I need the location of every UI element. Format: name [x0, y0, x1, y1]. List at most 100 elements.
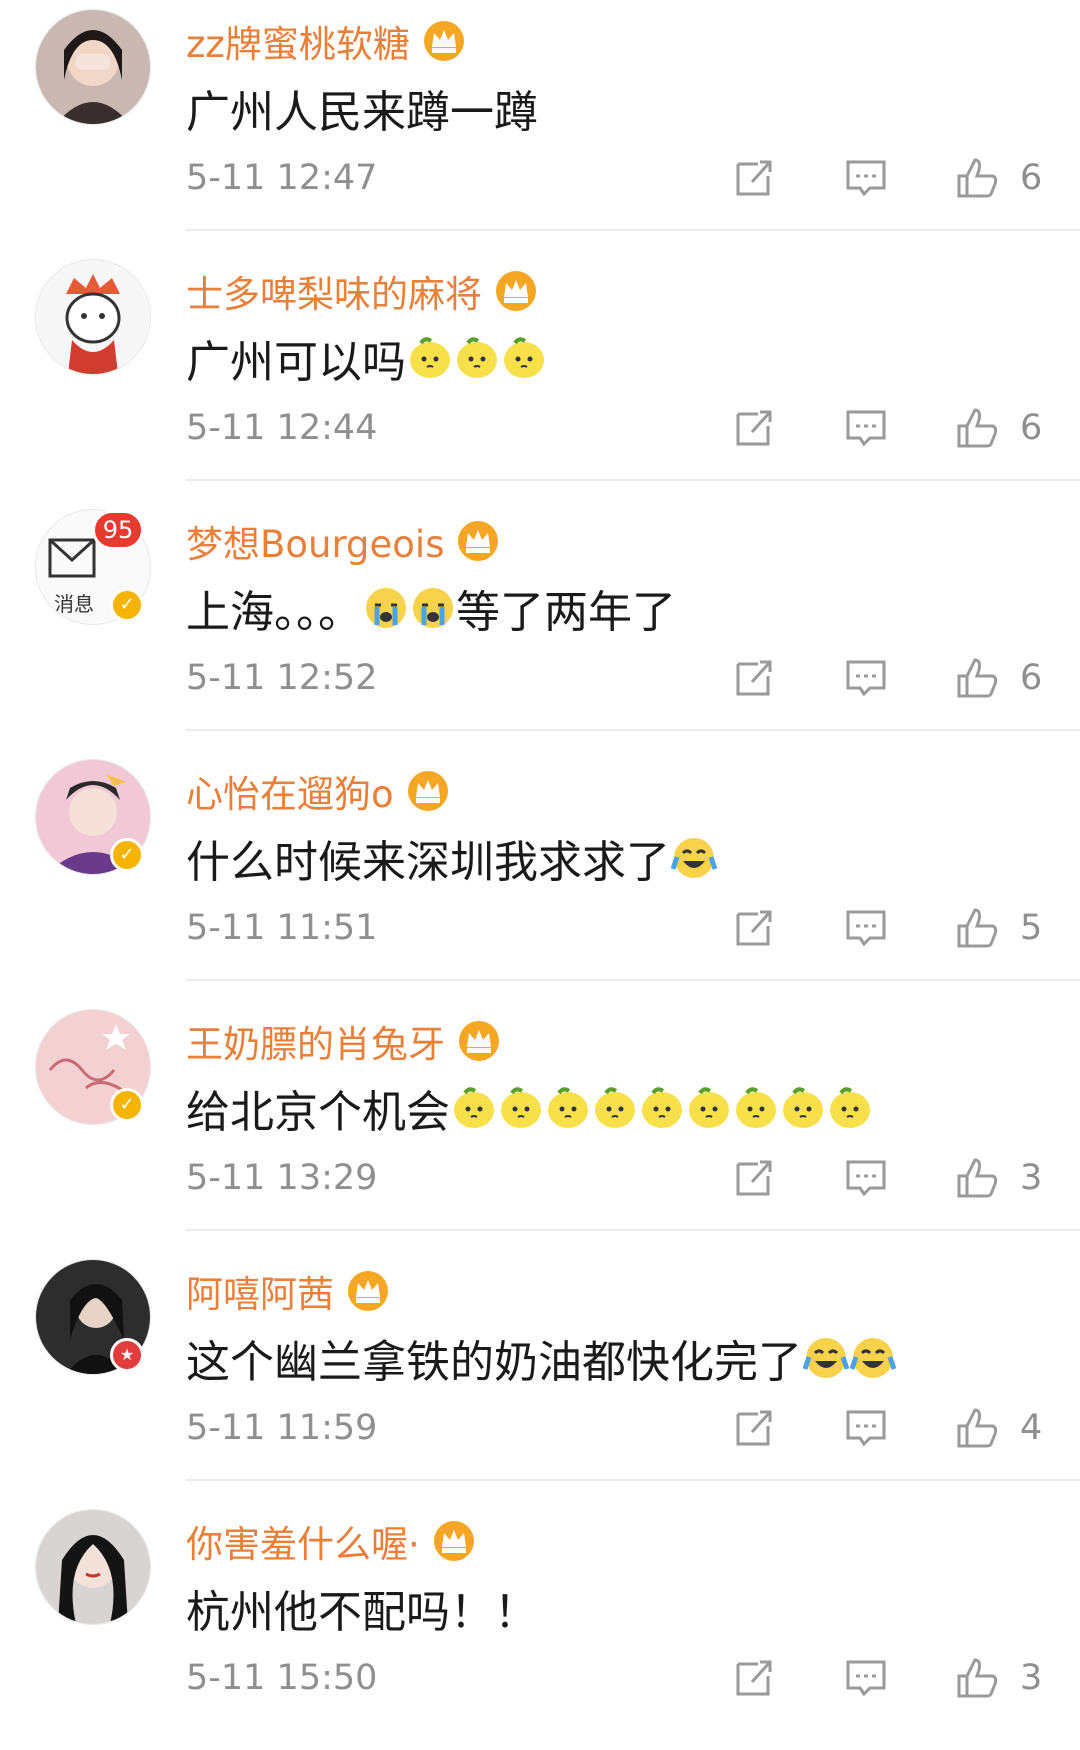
divider [186, 979, 1080, 981]
crying-emoji-icon [413, 588, 453, 628]
thumbs-up-icon[interactable] [955, 406, 999, 450]
crown-badge-icon [433, 1521, 474, 1561]
comment-item: 士多啤梨味的麻将 广州可以吗 5-11 12:44 6 [0, 250, 1080, 500]
comment-icon[interactable] [844, 906, 888, 950]
share-icon[interactable] [732, 1406, 776, 1450]
avatar-label: 消息 [54, 592, 94, 616]
comment-item: 消息 95 ✓ 梦想Bourgeois 上海。。。 等了两年了 5-11 12:… [0, 500, 1080, 750]
comment-item: zz牌蜜桃软糖 广州人民来蹲一蹲 5-11 12:47 6 [0, 0, 1080, 250]
comment-text: 广州可以吗 [186, 326, 547, 390]
username[interactable]: 你害羞什么喔· [186, 1514, 476, 1568]
lemon-emoji-icon [830, 1087, 870, 1128]
username-text[interactable]: zz牌蜜桃软糖 [186, 14, 410, 68]
comment-text: 上海。。。 等了两年了 [186, 587, 676, 638]
verified-badge-icon: ✓ [110, 838, 144, 872]
crying-emoji-icon [366, 588, 406, 628]
divider [186, 1479, 1080, 1481]
crown-badge-icon [348, 1271, 388, 1311]
comment-text: 杭州他不配吗！！ [186, 1587, 538, 1638]
timestamp: 5-11 11:59 [186, 1408, 378, 1448]
avatar[interactable] [36, 1510, 150, 1624]
comment-text: 给北京个机会 [186, 1076, 873, 1140]
like-count: 6 [1020, 408, 1043, 448]
timestamp: 5-11 12:44 [186, 408, 378, 448]
share-icon[interactable] [732, 656, 776, 700]
username[interactable]: 王奶膘的肖兔牙 [186, 1014, 501, 1068]
crown-badge-icon [458, 521, 499, 561]
lemon-emoji-icon [501, 1087, 541, 1128]
thumbs-up-icon[interactable] [955, 156, 999, 200]
like-count: 4 [1020, 1408, 1043, 1448]
username-text[interactable]: 阿嘻阿茜 [186, 1264, 334, 1318]
comment-icon[interactable] [844, 1656, 888, 1700]
lemon-emoji-icon [504, 337, 544, 378]
username-text[interactable]: 你害羞什么喔· [186, 1514, 420, 1568]
lemon-emoji-icon [783, 1087, 823, 1128]
timestamp: 5-11 12:52 [186, 658, 378, 698]
message-count-badge: 95 [92, 510, 144, 550]
share-icon[interactable] [732, 906, 776, 950]
timestamp: 5-11 15:50 [186, 1658, 378, 1698]
username-text[interactable]: 士多啤梨味的麻将 [186, 264, 482, 318]
share-icon[interactable] [732, 406, 776, 450]
timestamp: 5-11 11:51 [186, 908, 378, 948]
verified-badge-icon: ✓ [110, 1088, 144, 1122]
username-text[interactable]: 梦想Bourgeois [186, 514, 444, 568]
crown-badge-icon [407, 771, 448, 811]
like-count: 3 [1020, 1658, 1043, 1698]
username[interactable]: zz牌蜜桃软糖 [186, 14, 466, 68]
lemon-emoji-icon [457, 337, 497, 378]
like-count: 6 [1020, 658, 1043, 698]
lemon-emoji-icon [410, 337, 450, 378]
lemon-emoji-icon [736, 1087, 776, 1128]
lemon-emoji-icon [642, 1087, 682, 1128]
comment-text: 广州人民来蹲一蹲 [186, 87, 538, 138]
divider [186, 229, 1080, 231]
username-text[interactable]: 王奶膘的肖兔牙 [186, 1014, 445, 1068]
avatar[interactable] [36, 260, 150, 374]
laugh-cry-emoji-icon [671, 838, 717, 878]
thumbs-up-icon[interactable] [955, 656, 999, 700]
comment-icon[interactable] [844, 1406, 888, 1450]
username[interactable]: 梦想Bourgeois [186, 514, 500, 568]
comment-icon[interactable] [844, 156, 888, 200]
divider [186, 1229, 1080, 1231]
laugh-cry-emoji-icon [850, 1338, 896, 1378]
comment-list: zz牌蜜桃软糖 广州人民来蹲一蹲 5-11 12:47 6 士多啤梨味的麻将 广… [0, 0, 1080, 1702]
divider [186, 479, 1080, 481]
divider [186, 729, 1080, 731]
comment-text: 这个幽兰拿铁的奶油都快化完了 [186, 1326, 896, 1390]
avatar[interactable] [36, 10, 150, 124]
timestamp: 5-11 13:29 [186, 1158, 378, 1198]
crown-badge-icon [496, 271, 536, 311]
username[interactable]: 心怡在遛狗o [186, 764, 450, 818]
username[interactable]: 阿嘻阿茜 [186, 1264, 390, 1318]
lemon-emoji-icon [454, 1087, 494, 1128]
share-icon[interactable] [732, 1656, 776, 1700]
thumbs-up-icon[interactable] [955, 1656, 999, 1700]
comment-icon[interactable] [844, 406, 888, 450]
timestamp: 5-11 12:47 [186, 158, 378, 198]
like-count: 3 [1020, 1158, 1043, 1198]
laugh-cry-emoji-icon [803, 1338, 849, 1378]
comment-item: ✓ 王奶膘的肖兔牙 给北京个机会 5-11 13:29 3 [0, 1000, 1080, 1250]
share-icon[interactable] [732, 1156, 776, 1200]
comment-item: ★ 阿嘻阿茜 这个幽兰拿铁的奶油都快化完了 5-11 11:59 4 [0, 1250, 1080, 1500]
lemon-emoji-icon [548, 1087, 588, 1128]
like-count: 6 [1020, 158, 1043, 198]
red-star-badge-icon: ★ [110, 1338, 144, 1372]
thumbs-up-icon[interactable] [955, 1156, 999, 1200]
crown-badge-icon [423, 21, 464, 61]
thumbs-up-icon[interactable] [955, 1406, 999, 1450]
comment-icon[interactable] [844, 656, 888, 700]
thumbs-up-icon[interactable] [955, 906, 999, 950]
like-count: 5 [1020, 908, 1043, 948]
username[interactable]: 士多啤梨味的麻将 [186, 264, 538, 318]
lemon-emoji-icon [595, 1087, 635, 1128]
username-text[interactable]: 心怡在遛狗o [186, 764, 394, 818]
verified-badge-icon: ✓ [110, 588, 144, 622]
lemon-emoji-icon [689, 1087, 729, 1128]
share-icon[interactable] [732, 156, 776, 200]
comment-icon[interactable] [844, 1156, 888, 1200]
crown-badge-icon [459, 1021, 499, 1061]
